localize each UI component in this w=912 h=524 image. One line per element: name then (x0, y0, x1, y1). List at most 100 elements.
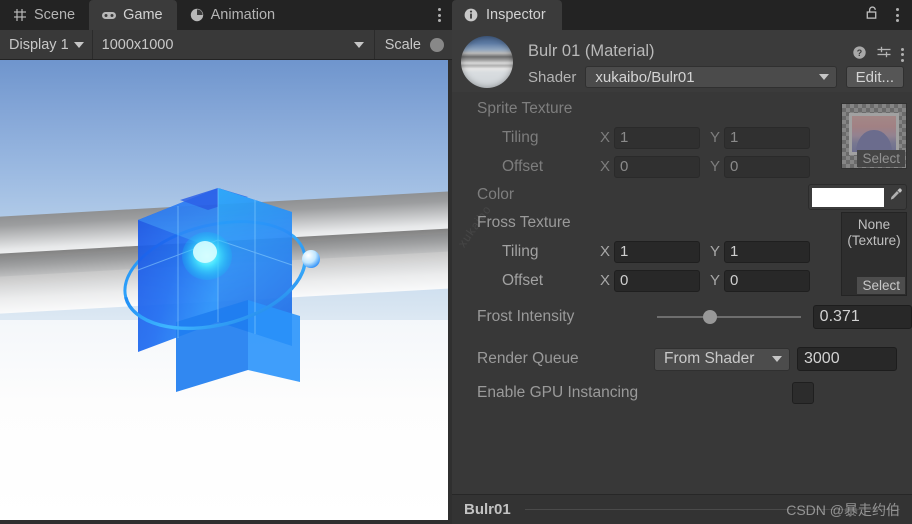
frosted-cube-object (0, 60, 452, 524)
material-header-actions: ? (852, 44, 904, 65)
fross-offset-y-input[interactable]: 0 (724, 269, 810, 292)
fross-tiling-x-label: X (600, 243, 611, 260)
game-view-toolbar: Display 1 1000x1000 Scale (0, 30, 452, 60)
sprite-texture-label: Sprite Texture (477, 100, 573, 117)
kebab-menu-icon (895, 8, 899, 22)
tab-game[interactable]: Game (89, 0, 177, 30)
chevron-down-icon (818, 74, 829, 80)
fross-tiling-x-input[interactable]: 1 (614, 240, 700, 263)
inspector-overflow-button[interactable] (885, 0, 909, 30)
gamepad-icon (101, 7, 117, 23)
unity-editor-window: Scene Game Animation Display 1 1000x1000… (0, 0, 912, 524)
sprite-tiling-y-input[interactable]: 1 (724, 126, 810, 149)
tab-game-label: Game (123, 7, 163, 23)
frost-intensity-slider[interactable] (656, 308, 801, 326)
sprite-offset-label: Offset (502, 157, 544, 175)
fross-texture-group: None (Texture) Select Fross Texture Tili… (452, 212, 912, 296)
frost-intensity-label: Frost Intensity (477, 308, 575, 325)
gpu-instancing-label: Enable GPU Instancing (477, 384, 639, 401)
material-sphere-preview (461, 36, 513, 88)
tab-animation-label: Animation (210, 7, 276, 23)
game-viewport[interactable] (0, 60, 452, 524)
inspector-tabbar-actions (859, 0, 912, 30)
texture-thumbnail-shape (856, 129, 892, 152)
kebab-menu-icon (437, 8, 441, 22)
display-dropdown-label: Display 1 (9, 36, 69, 53)
csdn-watermark: CSDN @暴走约伯 (786, 501, 900, 518)
sprite-tiling-x-label: X (600, 129, 611, 146)
chevron-down-icon (73, 41, 84, 48)
gpu-instancing-checkbox[interactable] (792, 382, 814, 404)
fross-texture-row: Fross Texture (452, 212, 912, 234)
chevron-down-icon (772, 356, 782, 362)
lock-open-icon (864, 5, 879, 25)
sprite-texture-select-button[interactable]: Select (857, 150, 905, 167)
sprite-texture-row: Sprite Texture (452, 98, 912, 120)
fross-tiling-y-input[interactable]: 1 (724, 240, 810, 263)
info-icon (463, 7, 479, 23)
sprite-offset-x-label: X (600, 158, 611, 175)
help-icon[interactable]: ? (852, 45, 867, 65)
scale-slider-knob[interactable] (430, 37, 444, 52)
sprite-offset-x-input[interactable]: 0 (614, 155, 700, 178)
game-panel: Scene Game Animation Display 1 1000x1000… (0, 0, 452, 524)
fross-offset-label: Offset (502, 271, 544, 289)
shader-label: Shader (528, 68, 577, 86)
material-properties: xukaibo Select Sprite Texture Tiling X 1… (452, 92, 912, 494)
tab-scene[interactable]: Scene (0, 0, 89, 30)
material-title: Bulr 01 (Material) (528, 42, 655, 60)
shader-dropdown-value: xukaibo/Bulr01 (595, 68, 695, 86)
game-panel-tabbar: Scene Game Animation (0, 0, 452, 30)
fross-offset-y-label: Y (710, 272, 721, 289)
fross-tiling-y-label: Y (710, 243, 721, 260)
scale-label: Scale (384, 36, 421, 53)
inspector-statusbar: Bulr01 CSDN @暴走约伯 (452, 494, 912, 524)
fross-texture-none-type: (Texture) (847, 233, 901, 248)
render-queue-input[interactable]: 3000 (797, 347, 897, 371)
render-queue-label: Render Queue (477, 350, 579, 367)
inspector-tabbar: Inspector (452, 0, 912, 30)
fross-offset-x-input[interactable]: 0 (614, 269, 700, 292)
color-row: Color (452, 184, 912, 210)
sprite-tiling-x-input[interactable]: 1 (614, 126, 700, 149)
viewport-bottom-edge (0, 520, 452, 524)
shader-edit-button[interactable]: Edit... (845, 66, 904, 88)
color-swatch[interactable] (812, 187, 884, 207)
game-panel-overflow-button[interactable] (426, 0, 452, 30)
gpu-instancing-row: Enable GPU Instancing (452, 380, 912, 406)
color-field[interactable] (808, 184, 907, 210)
sprite-tiling-y-label: Y (710, 129, 721, 146)
tab-scene-label: Scene (34, 7, 76, 23)
render-queue-row: Render Queue From Shader 3000 (452, 346, 912, 372)
chevron-down-icon (353, 41, 364, 48)
eyedropper-icon[interactable] (888, 187, 903, 207)
fross-texture-label: Fross Texture (477, 214, 571, 231)
tab-inspector-label: Inspector (486, 7, 546, 23)
status-material-name: Bulr01 (464, 501, 511, 518)
resolution-dropdown[interactable]: 1000x1000 (93, 30, 375, 59)
tab-inspector[interactable]: Inspector (452, 0, 562, 30)
svg-text:?: ? (857, 47, 862, 57)
sprite-tiling-label: Tiling (502, 128, 539, 146)
fross-texture-select-button[interactable]: Select (857, 277, 905, 294)
shader-dropdown[interactable]: xukaibo/Bulr01 (585, 66, 837, 88)
slider-handle[interactable] (702, 310, 717, 324)
fross-offset-x-label: X (600, 272, 611, 289)
preset-icon[interactable] (876, 44, 892, 65)
fross-tiling-label: Tiling (502, 242, 539, 260)
grid-icon (12, 7, 28, 23)
scale-slider[interactable]: Scale (375, 30, 452, 59)
tab-animation[interactable]: Animation (177, 0, 289, 30)
sprite-texture-group: Select Sprite Texture Tiling X 1 Y 1 Off… (452, 98, 912, 178)
render-queue-dropdown[interactable]: From Shader (654, 347, 790, 371)
shader-row: Shader xukaibo/Bulr01 Edit... (517, 66, 904, 88)
frost-intensity-input[interactable]: 0.371 (812, 305, 912, 329)
frost-intensity-row: Frost Intensity 0.371 (452, 304, 912, 330)
clock-icon (189, 7, 205, 23)
inspector-panel: Inspector Bulr 01 (Material) Shader xuka… (452, 0, 912, 524)
display-dropdown[interactable]: Display 1 (0, 30, 93, 59)
kebab-menu-icon[interactable] (901, 47, 904, 62)
lock-button[interactable] (859, 0, 883, 30)
resolution-dropdown-label: 1000x1000 (101, 36, 174, 53)
sprite-offset-y-input[interactable]: 0 (724, 155, 810, 178)
